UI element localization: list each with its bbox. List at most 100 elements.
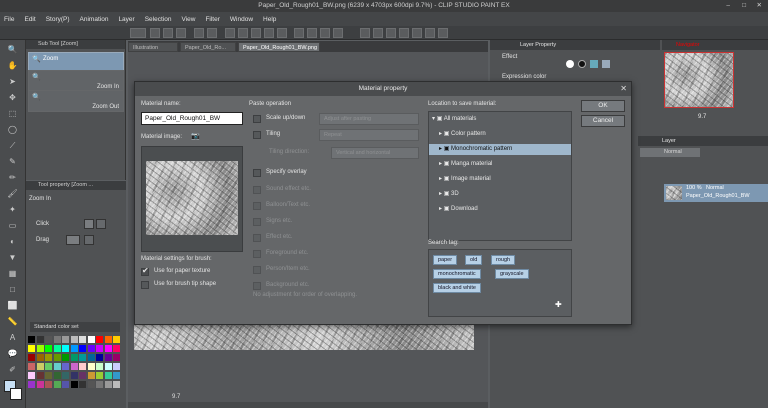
click-zoom-icon[interactable] [84, 219, 94, 229]
color-swatch[interactable] [28, 381, 35, 388]
lasso-icon[interactable]: ◯ [7, 124, 18, 135]
overlay-background-checkbox[interactable] [253, 282, 261, 290]
dialog-close-icon[interactable]: ✕ [620, 84, 627, 93]
invert-selection-icon[interactable] [264, 28, 274, 38]
tag-monochromatic[interactable]: monochromatic [433, 269, 481, 279]
color-swatch[interactable] [62, 363, 69, 370]
color-swatch[interactable] [104, 336, 112, 343]
color-swatch[interactable] [53, 381, 61, 388]
new-icon[interactable] [150, 28, 160, 38]
tiling-direction-select[interactable]: Vertical and horizontal [331, 147, 419, 159]
brush-tool-icon[interactable]: 🖌 [7, 188, 18, 199]
color-swatch[interactable] [36, 336, 44, 343]
color-swatch[interactable] [36, 381, 44, 388]
color-swatch[interactable] [113, 381, 120, 388]
figure-icon[interactable]: □ [7, 284, 18, 295]
color-swatch[interactable] [53, 345, 61, 352]
specify-overlay-checkbox[interactable] [253, 169, 261, 177]
deselect-icon[interactable] [251, 28, 261, 38]
snap-ruler-icon[interactable] [307, 28, 317, 38]
selection-icon[interactable] [277, 28, 287, 38]
color-swatch[interactable] [45, 363, 52, 370]
tree-download[interactable]: ▸ ▣ Download [439, 204, 478, 215]
color-swatch[interactable] [96, 372, 103, 379]
open-icon[interactable] [163, 28, 173, 38]
tab-paper-old-rough01[interactable]: Paper_Old_Rough01_BW.png [238, 42, 320, 52]
color-swatch[interactable] [45, 336, 52, 343]
color-swatch[interactable] [62, 372, 69, 379]
tiling-checkbox[interactable] [253, 131, 261, 139]
grid-icon[interactable] [320, 28, 330, 38]
color-swatch[interactable] [28, 354, 35, 361]
clip-studio-icon[interactable] [130, 28, 146, 38]
color-swatch[interactable] [113, 345, 120, 352]
color-swatch[interactable] [28, 363, 35, 370]
help-icon[interactable] [438, 28, 448, 38]
subtool-zoom-in[interactable]: 🔍 Zoom In [28, 70, 124, 92]
frame-icon[interactable]: ⬜ [7, 300, 18, 311]
repeat-select[interactable]: Repeat [319, 129, 419, 141]
fill-icon[interactable]: ▼ [7, 252, 18, 263]
use-brush-tip-checkbox[interactable] [141, 281, 149, 289]
gradient-icon[interactable]: ▦ [7, 268, 18, 279]
tree-all-materials[interactable]: ▾ ▣ All materials [432, 114, 476, 125]
tree-image-material[interactable]: ▸ ▣ Image material [439, 174, 491, 185]
color-swatch[interactable] [104, 363, 112, 370]
redo-icon[interactable] [207, 28, 217, 38]
pen-tool-icon[interactable]: ✎ [7, 156, 18, 167]
color-swatch[interactable] [87, 354, 95, 361]
ok-button[interactable]: OK [581, 100, 625, 112]
drag-option-icon[interactable] [66, 235, 80, 245]
color-swatch[interactable] [87, 381, 95, 388]
color-swatch[interactable] [113, 363, 120, 370]
color-swatch[interactable] [87, 372, 95, 379]
tag-paper[interactable]: paper [433, 255, 458, 265]
ruler-icon[interactable] [333, 28, 343, 38]
color-swatch[interactable] [70, 336, 78, 343]
menu-view[interactable]: View [181, 16, 195, 23]
color-swatch[interactable] [104, 381, 112, 388]
color-swatch[interactable] [62, 336, 69, 343]
color-swatch[interactable] [87, 363, 95, 370]
overlay-sound-checkbox[interactable] [253, 186, 261, 194]
color-swatch[interactable] [70, 381, 78, 388]
color-swatch[interactable] [62, 354, 69, 361]
color-swatch[interactable] [53, 363, 61, 370]
move-layer-icon[interactable]: ✥ [7, 92, 18, 103]
text-tool-icon[interactable]: A [7, 332, 18, 343]
color-swatch[interactable] [28, 336, 35, 343]
menu-help[interactable]: Help [263, 16, 276, 23]
color-swatch[interactable] [87, 336, 95, 343]
menu-animation[interactable]: Animation [80, 16, 109, 23]
color-swatch[interactable] [96, 345, 103, 352]
tree-manga-material[interactable]: ▸ ▣ Manga material [439, 159, 492, 170]
color-swatch[interactable] [96, 354, 103, 361]
blend-icon[interactable]: ◐ [7, 236, 18, 247]
color-swatch[interactable] [104, 345, 112, 352]
pen-pressure-icon[interactable] [360, 28, 370, 38]
color-swatch[interactable] [62, 381, 69, 388]
tree-monochromatic-pattern[interactable]: ▸ ▣ Monochromatic pattern [429, 144, 571, 155]
tab-illustration[interactable]: Illustration [128, 42, 178, 52]
color-swatch[interactable] [70, 372, 78, 379]
clear-icon[interactable] [225, 28, 235, 38]
color-swatch[interactable] [45, 354, 52, 361]
color-swatch[interactable] [36, 354, 44, 361]
effect-texture-icon[interactable] [590, 60, 598, 68]
color-swatch[interactable] [36, 345, 44, 352]
color-swatch[interactable] [53, 336, 61, 343]
color-swatch[interactable] [79, 363, 86, 370]
ruler-tool-icon[interactable]: 📏 [7, 316, 18, 327]
tag-rough[interactable]: rough [491, 255, 516, 265]
color-swatch[interactable] [79, 345, 86, 352]
click-option-icon[interactable] [96, 219, 106, 229]
color-swatch[interactable] [96, 381, 103, 388]
color-swatch[interactable] [79, 381, 86, 388]
adjust-select[interactable]: Adjust after pasting [319, 113, 419, 125]
color-swatch[interactable] [79, 372, 86, 379]
tree-color-pattern[interactable]: ▸ ▣ Color pattern [439, 129, 486, 140]
close-button[interactable]: ✕ [757, 0, 762, 12]
color-set-select[interactable]: Standard color set [30, 322, 120, 332]
search-icon[interactable] [399, 28, 409, 38]
undo-icon[interactable] [194, 28, 204, 38]
